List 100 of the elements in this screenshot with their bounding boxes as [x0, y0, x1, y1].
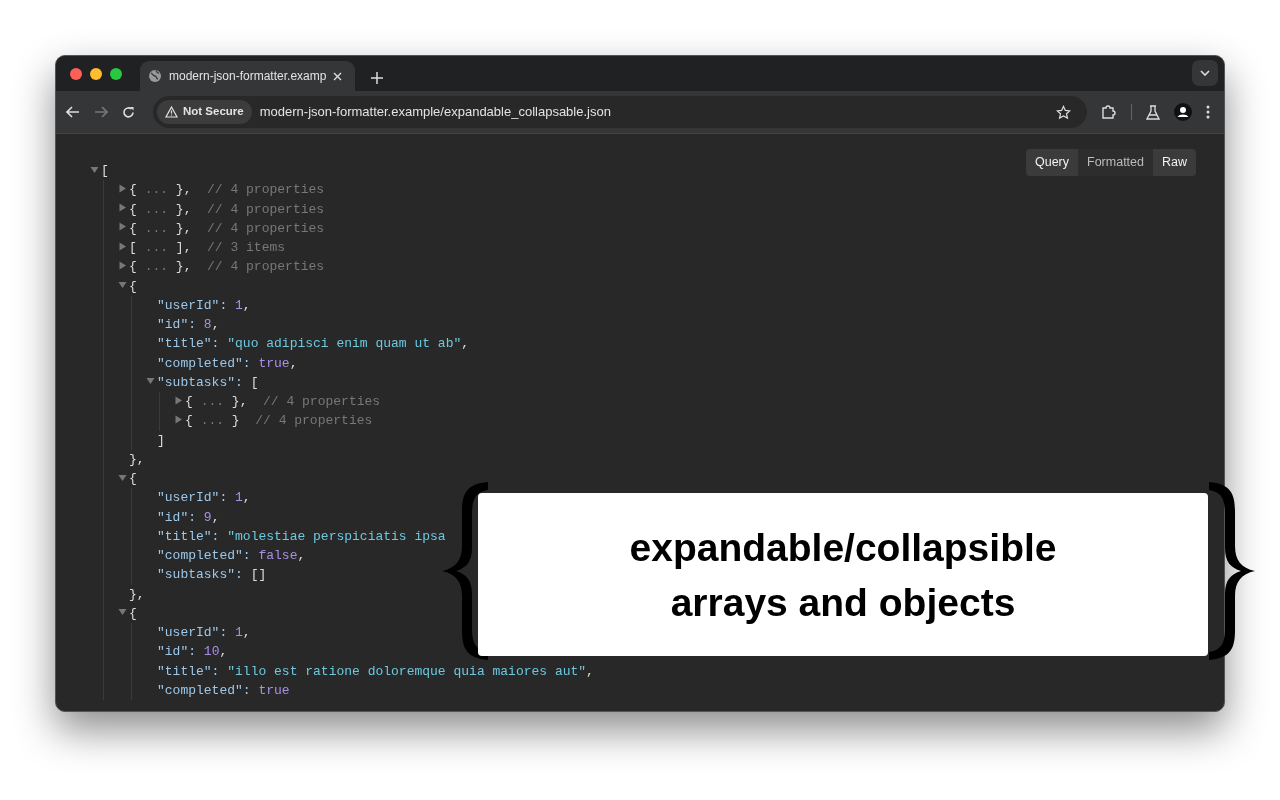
- json-punctuation: ,: [586, 663, 594, 679]
- back-button[interactable]: [66, 106, 80, 118]
- json-ellipsis: ...: [144, 201, 169, 217]
- json-bracket: [: [250, 374, 259, 390]
- json-punctuation: ,: [211, 317, 220, 332]
- json-bracket: },: [175, 201, 192, 217]
- address-bar[interactable]: Not Secure modern-json-formatter.example/expandable_collapsable.json: [153, 96, 1087, 128]
- json-comment: // 4 properties: [207, 220, 325, 236]
- reload-button[interactable]: [122, 105, 135, 119]
- chevron-down-icon: [1200, 70, 1210, 76]
- close-window-button[interactable]: [70, 67, 82, 80]
- json-key: "subtasks":: [157, 567, 243, 583]
- flask-icon[interactable]: [1146, 104, 1160, 120]
- toggle-arrow[interactable]: [118, 183, 128, 194]
- json-bracket: },: [175, 182, 192, 198]
- menu-icon[interactable]: [1206, 105, 1210, 119]
- browser-tab[interactable]: modern-json-formatter.examp: [140, 61, 355, 91]
- json-comment: // 4 properties: [255, 413, 373, 429]
- json-key: "id":: [157, 509, 196, 525]
- json-key: "subtasks":: [157, 374, 243, 390]
- view-mode-tab[interactable]: Formatted: [1078, 149, 1153, 176]
- json-key: "title":: [157, 663, 220, 679]
- toggle-arrow[interactable]: [118, 260, 128, 271]
- maximize-window-button[interactable]: [110, 67, 122, 80]
- warning-icon: [165, 106, 178, 118]
- toggle-arrow[interactable]: [118, 472, 128, 483]
- callout-text: expandable/collapsible: [629, 524, 1057, 571]
- json-ellipsis: ...: [144, 182, 169, 198]
- json-comment: // 4 properties: [207, 182, 325, 198]
- json-punctuation: ,: [242, 490, 251, 506]
- json-punctuation: ,: [289, 355, 298, 371]
- url-text: modern-json-formatter.example/expandable_collapsable.json: [259, 103, 612, 122]
- tab-search-button[interactable]: [1192, 60, 1218, 86]
- view-mode-tab[interactable]: Query: [1025, 149, 1078, 176]
- json-comment: // 4 properties: [207, 201, 325, 217]
- json-bracket: {: [129, 201, 137, 217]
- json-bracket: {: [129, 259, 137, 275]
- json-bracket: {: [185, 394, 193, 409]
- json-bracket: {: [185, 413, 193, 429]
- toggle-arrow[interactable]: [118, 241, 128, 252]
- toggle-arrow[interactable]: [174, 395, 184, 406]
- minimize-window-button[interactable]: [90, 67, 102, 80]
- toggle-arrow[interactable]: [118, 280, 128, 291]
- json-bracket: }: [231, 413, 240, 429]
- json-punctuation: ,: [461, 336, 470, 352]
- json-ellipsis: ...: [144, 220, 169, 236]
- toggle-arrow[interactable]: [118, 203, 128, 214]
- json-value: "illo est ratione doloremque quia maiores aut": [227, 663, 587, 679]
- json-key: "id":: [157, 644, 196, 660]
- json-value: []: [250, 567, 267, 583]
- json-value: "quo adipisci enim quam ut ab": [227, 336, 462, 352]
- json-bracket: },: [129, 586, 145, 602]
- json-bracket: [: [129, 240, 137, 255]
- close-tab-button[interactable]: [333, 71, 343, 81]
- json-key: "completed":: [157, 682, 251, 698]
- globe-icon: [148, 69, 162, 83]
- json-value: "molestiae perspiciatis ipsa: [227, 528, 446, 544]
- json-bracket: },: [231, 394, 248, 409]
- json-bracket: {: [129, 471, 137, 486]
- json-key: "userId":: [157, 297, 228, 313]
- json-ellipsis: ...: [200, 413, 225, 429]
- json-bracket: {: [129, 220, 137, 236]
- view-mode-tab[interactable]: Raw: [1153, 149, 1196, 176]
- json-punctuation: ,: [297, 548, 306, 563]
- json-key: "userId":: [157, 625, 228, 640]
- json-punctuation: ,: [219, 644, 228, 660]
- json-value: 9: [203, 509, 212, 525]
- json-key: "title":: [157, 528, 220, 544]
- json-punctuation: ,: [242, 297, 251, 313]
- json-bracket: },: [175, 259, 192, 275]
- json-value: false: [258, 548, 298, 563]
- json-value: 8: [203, 317, 212, 332]
- profile-avatar-icon[interactable]: [1174, 103, 1192, 121]
- security-chip[interactable]: Not Secure: [157, 100, 252, 124]
- toggle-arrow[interactable]: [146, 376, 156, 387]
- json-bracket: {: [129, 605, 137, 621]
- json-key: "id":: [157, 317, 196, 332]
- json-bracket: {: [129, 182, 137, 198]
- bookmark-star-icon[interactable]: [1056, 104, 1071, 120]
- json-value: true: [258, 355, 290, 371]
- json-bracket: },: [175, 220, 192, 236]
- toggle-arrow[interactable]: [174, 414, 184, 425]
- json-ellipsis: ...: [200, 394, 225, 409]
- json-bracket: {: [129, 278, 137, 294]
- json-comment: // 4 properties: [207, 259, 325, 275]
- json-bracket: ],: [175, 240, 192, 255]
- json-bracket: },: [129, 451, 145, 467]
- json-bracket: ]: [157, 432, 165, 448]
- json-value: 1: [235, 490, 243, 506]
- toggle-arrow[interactable]: [118, 607, 128, 618]
- json-punctuation: ,: [242, 625, 251, 640]
- json-value: 1: [235, 625, 243, 640]
- json-value: 10: [203, 644, 220, 660]
- json-value: 1: [235, 297, 243, 313]
- json-comment: // 3 items: [207, 240, 286, 255]
- new-tab-button[interactable]: [371, 72, 383, 84]
- toggle-arrow[interactable]: [118, 222, 128, 233]
- toggle-arrow[interactable]: [90, 164, 100, 175]
- puzzle-piece-icon[interactable]: [1101, 104, 1117, 120]
- forward-button[interactable]: [94, 106, 108, 118]
